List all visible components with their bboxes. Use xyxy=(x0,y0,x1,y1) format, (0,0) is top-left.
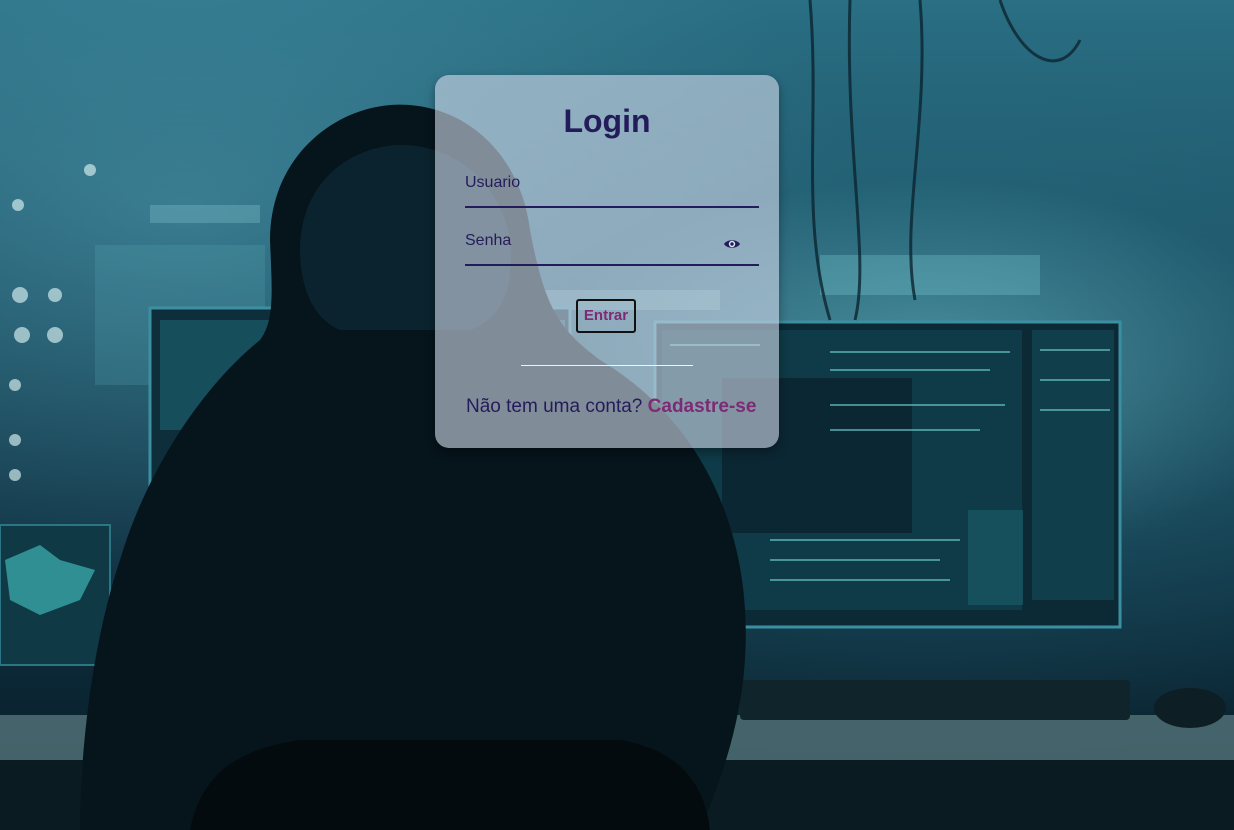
divider xyxy=(521,365,693,366)
login-card: Login Usuario Senha Entrar Não tem uma c… xyxy=(435,75,779,448)
eye-icon[interactable] xyxy=(723,235,741,253)
signup-prompt: Não tem uma conta? Cadastre-se xyxy=(466,396,756,418)
username-field[interactable]: Usuario xyxy=(465,172,759,208)
password-label: Senha xyxy=(465,232,512,249)
submit-button[interactable]: Entrar xyxy=(576,299,636,333)
signup-link[interactable]: Cadastre-se xyxy=(648,396,757,417)
password-field[interactable]: Senha xyxy=(465,230,759,266)
no-account-text: Não tem uma conta? xyxy=(466,396,643,417)
username-label: Usuario xyxy=(465,174,521,191)
page-title: Login xyxy=(563,103,651,139)
